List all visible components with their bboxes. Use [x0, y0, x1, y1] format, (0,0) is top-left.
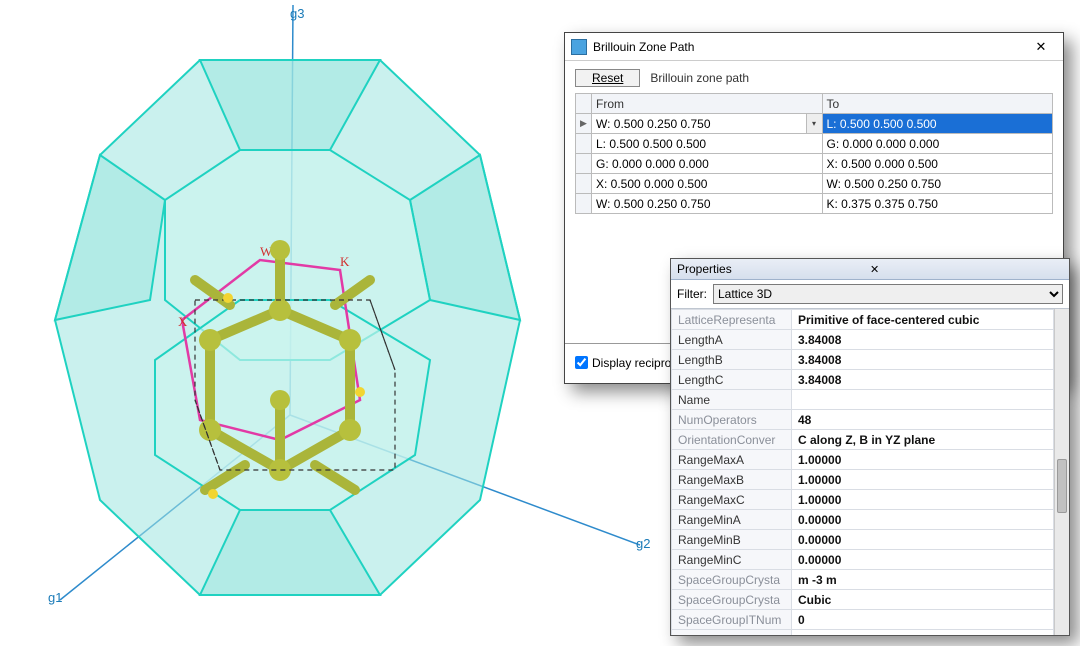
row-marker — [576, 174, 592, 194]
cell-from[interactable]: L: 0.500 0.500 0.500 — [592, 134, 823, 154]
prop-key: RangeMinB — [672, 530, 792, 550]
cell-from[interactable]: X: 0.500 0.000 0.500 — [592, 174, 823, 194]
cell-to[interactable]: W: 0.500 0.250 0.750 — [822, 174, 1053, 194]
axis-g2-label: g2 — [636, 536, 650, 551]
prop-key: RangeMaxC — [672, 490, 792, 510]
cell-to[interactable]: K: 0.375 0.375 0.750 — [822, 194, 1053, 214]
table-row[interactable]: ▶W: 0.500 0.250 0.750▾L: 0.500 0.500 0.5… — [576, 114, 1053, 134]
prop-key: LengthA — [672, 330, 792, 350]
table-row[interactable]: SpaceGroupCrystaCubic — [672, 590, 1054, 610]
table-row[interactable]: Name — [672, 390, 1054, 410]
prop-key: Name — [672, 390, 792, 410]
prop-value[interactable]: 3.84008 — [792, 370, 1054, 390]
prop-key: SpaceGroupITNum — [672, 610, 792, 630]
table-row[interactable]: SpaceGroupLaueCm-3m — [672, 630, 1054, 636]
axis-g3-label: g3 — [290, 6, 304, 21]
filter-select[interactable]: Lattice 3D — [713, 284, 1063, 304]
display-reciprocal-input[interactable] — [575, 356, 588, 369]
table-row[interactable]: SpaceGroupITNum0 — [672, 610, 1054, 630]
properties-panel: Properties ✕ Filter: Lattice 3D LatticeR… — [670, 258, 1070, 636]
prop-value[interactable]: Primitive of face-centered cubic — [792, 310, 1054, 330]
prop-key: RangeMinA — [672, 510, 792, 530]
properties-title: Properties — [677, 262, 866, 276]
prop-key: RangeMaxB — [672, 470, 792, 490]
cell-from[interactable]: W: 0.500 0.250 0.750▾ — [592, 114, 823, 134]
row-marker — [576, 154, 592, 174]
table-row[interactable]: L: 0.500 0.500 0.500G: 0.000 0.000 0.000 — [576, 134, 1053, 154]
filter-label: Filter: — [677, 287, 707, 301]
row-marker — [576, 134, 592, 154]
table-row[interactable]: G: 0.000 0.000 0.000X: 0.500 0.000 0.500 — [576, 154, 1053, 174]
prop-value[interactable]: 1.00000 — [792, 470, 1054, 490]
chevron-down-icon[interactable]: ▾ — [806, 114, 822, 133]
prop-value[interactable]: 0.00000 — [792, 550, 1054, 570]
table-row[interactable]: RangeMaxB1.00000 — [672, 470, 1054, 490]
dialog-titlebar[interactable]: Brillouin Zone Path ✕ — [565, 33, 1063, 61]
table-row[interactable]: LengthA3.84008 — [672, 330, 1054, 350]
app-icon — [571, 39, 587, 55]
bz-path-table[interactable]: From To ▶W: 0.500 0.250 0.750▾L: 0.500 0… — [575, 93, 1053, 214]
prop-value[interactable]: Cubic — [792, 590, 1054, 610]
cell-to[interactable]: X: 0.500 0.000 0.500 — [822, 154, 1053, 174]
cell-from[interactable]: W: 0.500 0.250 0.750 — [592, 194, 823, 214]
prop-key: SpaceGroupCrysta — [672, 570, 792, 590]
close-icon[interactable]: ✕ — [1025, 36, 1057, 58]
table-row[interactable]: OrientationConverC along Z, B in YZ plan… — [672, 430, 1054, 450]
prop-value[interactable]: m -3 m — [792, 570, 1054, 590]
prop-value[interactable]: 0 — [792, 610, 1054, 630]
scrollbar-thumb[interactable] — [1057, 459, 1067, 513]
properties-titlebar[interactable]: Properties ✕ — [671, 259, 1069, 280]
row-marker — [576, 194, 592, 214]
axis-g1-label: g1 — [48, 590, 62, 605]
table-row[interactable]: RangeMaxC1.00000 — [672, 490, 1054, 510]
cell-from[interactable]: G: 0.000 0.000 0.000 — [592, 154, 823, 174]
table-row[interactable]: X: 0.500 0.000 0.500W: 0.500 0.250 0.750 — [576, 174, 1053, 194]
col-to[interactable]: To — [822, 94, 1053, 114]
prop-value[interactable]: 1.00000 — [792, 450, 1054, 470]
prop-value[interactable]: 0.00000 — [792, 530, 1054, 550]
prop-value[interactable]: 48 — [792, 410, 1054, 430]
table-row[interactable]: LengthB3.84008 — [672, 350, 1054, 370]
dialog-title: Brillouin Zone Path — [593, 40, 1025, 54]
prop-key: RangeMinC — [672, 550, 792, 570]
prop-value[interactable]: C along Z, B in YZ plane — [792, 430, 1054, 450]
prop-key: LengthC — [672, 370, 792, 390]
table-row[interactable]: NumOperators48 — [672, 410, 1054, 430]
prop-value[interactable]: 3.84008 — [792, 350, 1054, 370]
prop-key: SpaceGroupLaueC — [672, 630, 792, 636]
col-from[interactable]: From — [592, 94, 823, 114]
properties-table[interactable]: LatticeRepresentaPrimitive of face-cente… — [671, 309, 1054, 635]
prop-key: RangeMaxA — [672, 450, 792, 470]
svg-text:K: K — [340, 254, 350, 269]
prop-key: OrientationConver — [672, 430, 792, 450]
prop-key: NumOperators — [672, 410, 792, 430]
prop-key: LatticeRepresenta — [672, 310, 792, 330]
reset-button[interactable]: Reset — [575, 69, 640, 87]
table-row[interactable]: W: 0.500 0.250 0.750K: 0.375 0.375 0.750 — [576, 194, 1053, 214]
prop-value[interactable]: 1.00000 — [792, 490, 1054, 510]
table-row[interactable]: LengthC3.84008 — [672, 370, 1054, 390]
scrollbar[interactable] — [1054, 309, 1069, 635]
prop-key: LengthB — [672, 350, 792, 370]
close-icon[interactable]: ✕ — [866, 263, 1063, 276]
row-marker: ▶ — [576, 114, 592, 134]
table-row[interactable]: LatticeRepresentaPrimitive of face-cente… — [672, 310, 1054, 330]
cell-to[interactable]: G: 0.000 0.000 0.000 — [822, 134, 1053, 154]
table-row[interactable]: RangeMinB0.00000 — [672, 530, 1054, 550]
prop-value[interactable]: m-3m — [792, 630, 1054, 636]
table-row[interactable]: RangeMaxA1.00000 — [672, 450, 1054, 470]
prop-value[interactable]: 0.00000 — [792, 510, 1054, 530]
table-row[interactable]: RangeMinC0.00000 — [672, 550, 1054, 570]
prop-key: SpaceGroupCrysta — [672, 590, 792, 610]
table-row[interactable]: RangeMinA0.00000 — [672, 510, 1054, 530]
prop-value[interactable] — [792, 390, 1054, 410]
svg-text:X: X — [178, 314, 188, 329]
group-label: Brillouin zone path — [650, 71, 749, 85]
table-row[interactable]: SpaceGroupCrystam -3 m — [672, 570, 1054, 590]
prop-value[interactable]: 3.84008 — [792, 330, 1054, 350]
cell-to[interactable]: L: 0.500 0.500 0.500 — [822, 114, 1053, 134]
